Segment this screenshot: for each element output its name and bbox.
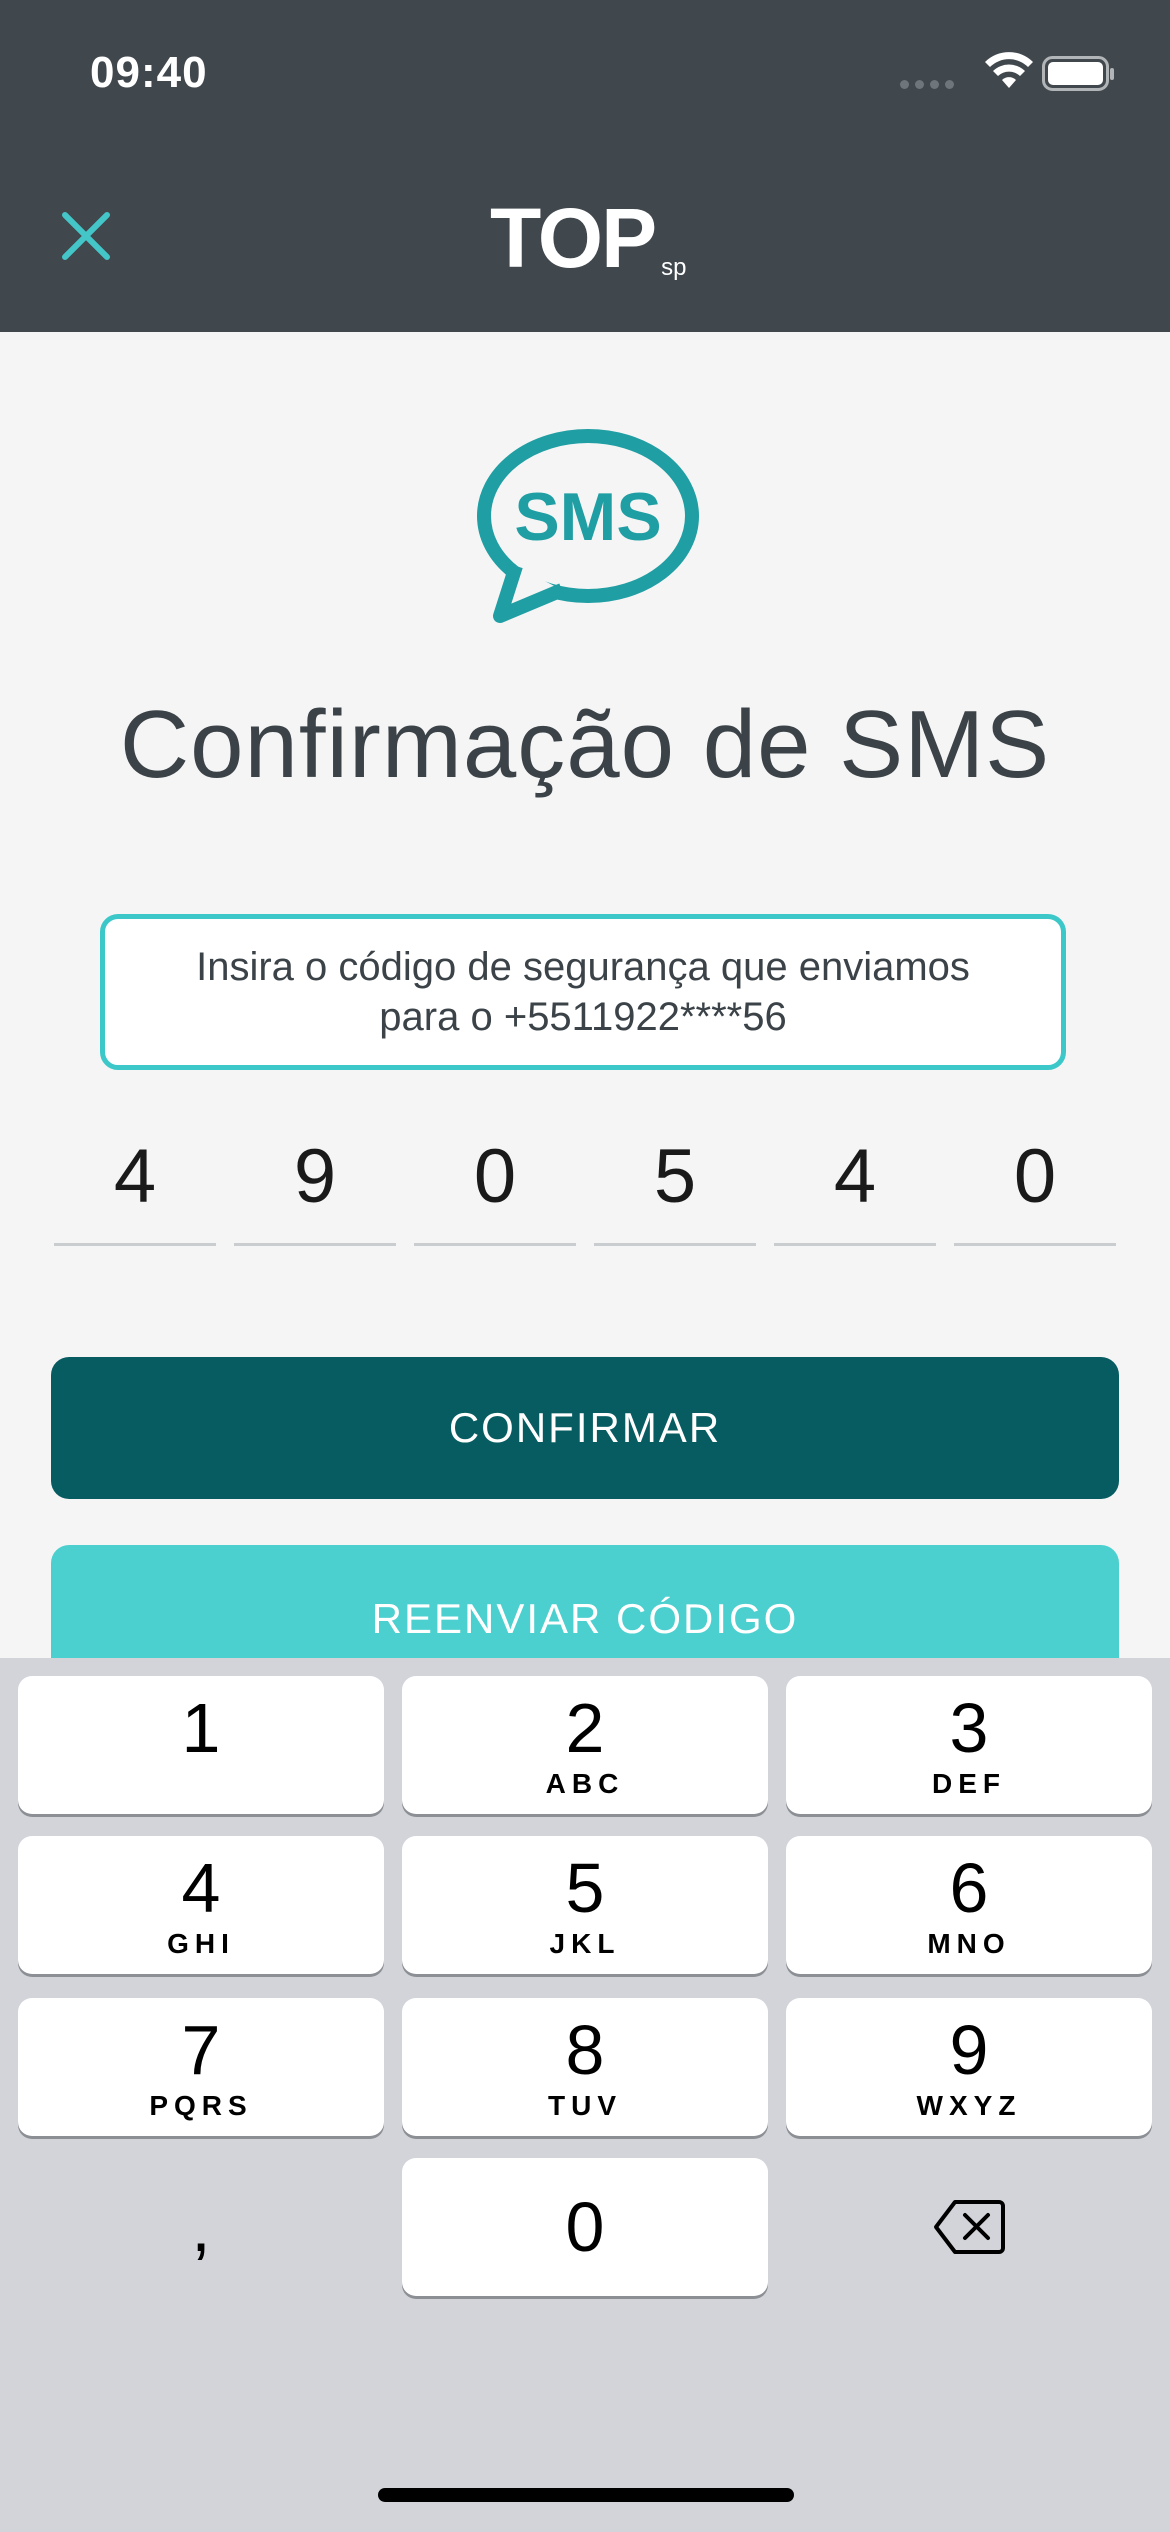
key-2[interactable]: 2 ABC: [402, 1676, 768, 1814]
key-8[interactable]: 8 TUV: [402, 1998, 768, 2136]
info-line-2: para o +5511922****56: [379, 995, 787, 1039]
key-1-digit: 1: [181, 1689, 221, 1767]
key-2-letters: ABC: [545, 1768, 625, 1799]
key-6[interactable]: 6 MNO: [786, 1836, 1152, 1974]
cellular-signal-icon: [900, 80, 954, 89]
key-3-letters: DEF: [932, 1768, 1006, 1799]
sms-bubble-icon: SMS: [477, 429, 699, 623]
status-time: 09:40: [90, 48, 208, 97]
code-digit-3[interactable]: 0: [414, 1110, 576, 1246]
battery-icon: [1042, 56, 1114, 91]
info-message: Insira o código de segurança que enviamo…: [100, 914, 1066, 1070]
key-7-digit: 7: [181, 2011, 221, 2089]
key-8-letters: TUV: [548, 2090, 622, 2121]
key-comma[interactable]: ,: [18, 2158, 384, 2296]
backspace-key[interactable]: [786, 2158, 1152, 2296]
key-5[interactable]: 5 JKL: [402, 1836, 768, 1974]
key-9-digit: 9: [949, 2011, 989, 2089]
key-4-letters: GHI: [167, 1928, 235, 1959]
close-icon: [62, 212, 110, 260]
code-digit-4[interactable]: 5: [594, 1110, 756, 1246]
code-digit-6[interactable]: 0: [954, 1110, 1116, 1246]
key-3[interactable]: 3 DEF: [786, 1676, 1152, 1814]
confirm-button[interactable]: CONFIRMAR: [51, 1357, 1119, 1499]
key-9-letters: WXYZ: [916, 2090, 1022, 2121]
backspace-icon: [934, 2200, 1005, 2254]
home-indicator: [378, 2488, 794, 2502]
key-5-letters: JKL: [549, 1928, 621, 1959]
numeric-keyboard: 1 2 ABC 3 DEF 4 GHI 5 JKL 6 MNO 7 PQRS 8…: [0, 1658, 1170, 2532]
code-input-row: 4 9 0 5 4 0: [54, 1110, 1116, 1246]
key-4-digit: 4: [181, 1849, 221, 1927]
key-2-digit: 2: [565, 1689, 605, 1767]
key-1[interactable]: 1: [18, 1676, 384, 1814]
key-6-letters: MNO: [927, 1928, 1011, 1959]
key-7-letters: PQRS: [149, 2090, 253, 2121]
key-0-digit: 0: [565, 2188, 605, 2266]
code-digit-5[interactable]: 4: [774, 1110, 936, 1246]
code-digit-2[interactable]: 9: [234, 1110, 396, 1246]
key-5-digit: 5: [565, 1849, 605, 1927]
key-6-digit: 6: [949, 1849, 989, 1927]
page-title: Confirmação de SMS: [119, 691, 1051, 798]
app-logo: TOP sp: [490, 191, 687, 285]
logo-subtext: sp: [661, 254, 687, 281]
logo-text: TOP: [490, 191, 657, 285]
wifi-icon: [985, 52, 1033, 88]
key-8-digit: 8: [565, 2011, 605, 2089]
info-line-1: Insira o código de segurança que enviamo…: [196, 945, 970, 989]
sms-icon-label: SMS: [514, 479, 661, 555]
key-4[interactable]: 4 GHI: [18, 1836, 384, 1974]
key-9[interactable]: 9 WXYZ: [786, 1998, 1152, 2136]
key-7[interactable]: 7 PQRS: [18, 1998, 384, 2136]
code-digit-1[interactable]: 4: [54, 1110, 216, 1246]
key-0[interactable]: 0: [402, 2158, 768, 2296]
close-button[interactable]: [54, 204, 118, 268]
app-header: 09:40 TOP sp: [0, 0, 1170, 332]
key-comma-label: ,: [191, 2188, 211, 2266]
key-3-digit: 3: [949, 1689, 989, 1767]
